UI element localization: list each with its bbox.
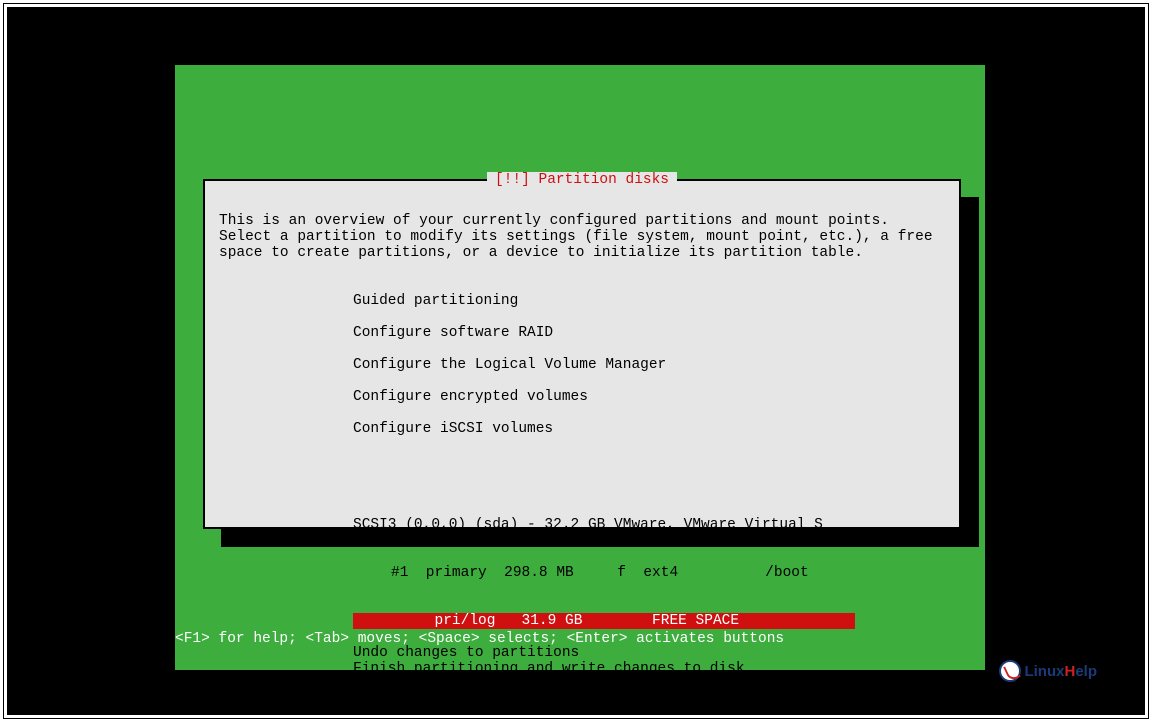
menu-guided-partitioning[interactable]: Guided partitioning [353,293,945,309]
linuxhelp-logo: LinuxHelp [999,660,1097,682]
go-back-button[interactable]: <Go Back> [219,693,945,709]
screen-frame: [!!] Partition disks This is an overview… [7,7,1145,715]
linuxhelp-logo-text: LinuxHelp [1024,663,1097,680]
partition-row-free-space-selected[interactable]: pri/log 31.9 GB FREE SPACE [353,613,855,629]
dialog-intro-text: This is an overview of your currently co… [219,213,945,261]
menu-undo-changes[interactable]: Undo changes to partitions [353,645,945,661]
disk-device-header[interactable]: SCSI3 (0,0,0) (sda) - 32.2 GB VMware, VM… [353,517,945,533]
menu-finish-partitioning[interactable]: Finish partitioning and write changes to… [353,661,945,677]
partition-row-1[interactable]: #1 primary 298.8 MB f ext4 /boot [353,565,945,581]
linuxhelp-icon [999,660,1021,682]
dialog-title: [!!] Partition disks [487,172,677,188]
help-status-bar: <F1> for help; <Tab> moves; <Space> sele… [175,631,784,647]
menu-configure-raid[interactable]: Configure software RAID [353,325,945,341]
partition-dialog: [!!] Partition disks This is an overview… [203,179,961,529]
menu-configure-iscsi[interactable]: Configure iSCSI volumes [353,421,945,437]
menu-configure-encrypted[interactable]: Configure encrypted volumes [353,389,945,405]
menu-configure-lvm[interactable]: Configure the Logical Volume Manager [353,357,945,373]
partition-menu: Guided partitioning Configure software R… [219,277,945,469]
outer-border: [!!] Partition disks This is an overview… [3,3,1149,719]
